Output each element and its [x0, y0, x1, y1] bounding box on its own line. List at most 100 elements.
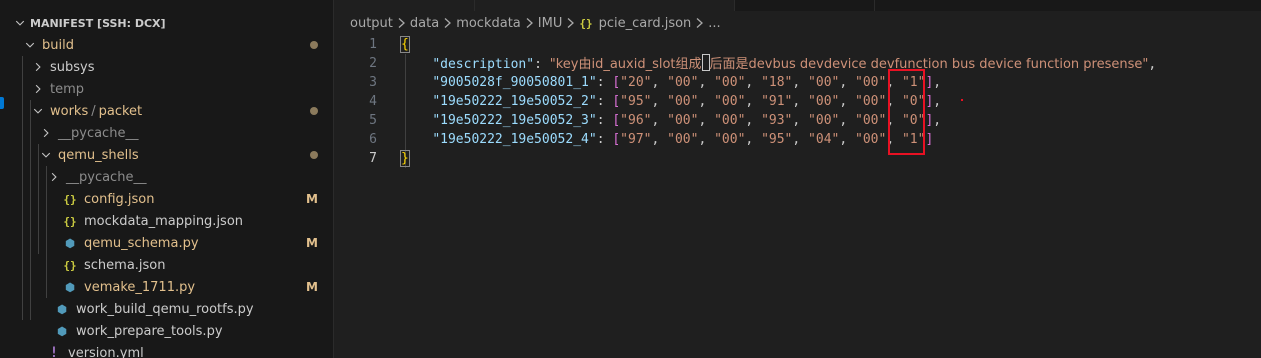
json-array-value: "18": [761, 75, 793, 90]
python-file-icon: ⬢: [57, 324, 67, 338]
modified-dot-indicator: [310, 107, 318, 115]
json-array-value: "00": [714, 132, 746, 147]
json-array-value: "00": [808, 75, 840, 90]
code-line[interactable]: {: [400, 35, 410, 54]
chevron-right-icon[interactable]: [30, 81, 46, 97]
trailing-comma: ,: [933, 113, 942, 128]
tree-item-label: vemake_1711.py: [84, 279, 196, 295]
tree-item-label: __pycache__: [58, 125, 139, 141]
modified-badge: M: [306, 236, 318, 250]
tree-item-label: build: [42, 37, 74, 53]
code-line[interactable]: "description": "key由id_auxid_slot组成 后面是de…: [401, 54, 1156, 73]
tree-file-item[interactable]: {} schema.json: [0, 254, 333, 276]
tree-folder-item[interactable]: temp: [0, 78, 333, 100]
breadcrumb-item[interactable]: IMU: [538, 16, 563, 31]
explorer-sidebar: MANIFEST [SSH: DCX] build subsys temp works…: [0, 0, 334, 358]
indent-guide: [22, 56, 23, 320]
code-line[interactable]: "19e50222_19e50052_2": ["95", "00", "00"…: [401, 92, 941, 111]
tree-folder-item[interactable]: __pycache__: [0, 166, 333, 188]
line-number: 1: [369, 37, 377, 52]
code-editor[interactable]: 1 2 3 4 5 6 7 { "description": "key由id_auxid_s…: [335, 35, 1261, 358]
json-array-value: "00": [855, 132, 887, 147]
json-key: "19e50222_19e50052_2": [432, 94, 597, 109]
tree-file-item[interactable]: ⬢ work_build_qemu_rootfs.py: [0, 298, 333, 320]
annotation-mark: [961, 99, 963, 101]
tree-file-item[interactable]: ! version.yml: [0, 342, 333, 358]
tree-file-item[interactable]: ⬢ work_prepare_tools.py: [0, 320, 333, 342]
json-array-value: "20": [620, 75, 652, 90]
tree-item-label: subsys: [50, 59, 95, 75]
tree-file-item[interactable]: {} mockdata_mapping.json: [0, 210, 333, 232]
line-number: 4: [369, 94, 377, 109]
json-array-value: "97": [620, 132, 652, 147]
yaml-file-icon: !: [49, 345, 59, 358]
line-number: 3: [369, 75, 377, 90]
tree-item-label: config.json: [84, 191, 155, 207]
tab[interactable]: [475, 0, 735, 11]
tree-folder-item[interactable]: build: [0, 34, 333, 56]
chevron-down-icon[interactable]: [30, 103, 46, 119]
json-array-value: "93": [761, 113, 793, 128]
chevron-right-icon: [525, 17, 534, 29]
tree-item-label: work_prepare_tools.py: [76, 323, 223, 339]
python-file-icon: ⬢: [65, 236, 75, 250]
json-array-value: "00": [855, 113, 887, 128]
tree-item-label: work_build_qemu_rootfs.py: [76, 301, 254, 317]
json-array-value: "00": [714, 94, 746, 109]
json-array-value: "00": [714, 75, 746, 90]
json-array-value: "95": [620, 94, 652, 109]
line-number: 2: [369, 56, 377, 71]
tree-folder-item[interactable]: works / packet: [0, 100, 333, 122]
chevron-right-icon[interactable]: [30, 59, 46, 75]
breadcrumb-item[interactable]: ...: [708, 16, 720, 31]
tree-item-label: version.yml: [68, 345, 144, 358]
indent-guide: [46, 166, 47, 298]
json-array-value: "91": [761, 94, 793, 109]
json-array-value: "00": [808, 113, 840, 128]
line-number: 6: [369, 132, 377, 147]
breadcrumb-item[interactable]: output: [350, 16, 393, 31]
chevron-right-icon: [443, 17, 452, 29]
tree-file-item[interactable]: ⬢ vemake_1711.py M: [0, 276, 333, 298]
tab-strip: [335, 0, 1261, 11]
tree-item-label: qemu_schema.py: [84, 235, 199, 251]
chevron-right-icon: [397, 17, 406, 29]
chevron-down-icon[interactable]: [22, 37, 38, 53]
path-separator: /: [91, 103, 96, 119]
json-key: "19e50222_19e50052_4": [432, 132, 597, 147]
breadcrumb: output data mockdata IMU {} pcie_card.js…: [335, 11, 1261, 35]
tab[interactable]: [735, 0, 875, 11]
code-line[interactable]: }: [400, 149, 410, 168]
tree-item-label: mockdata_mapping.json: [84, 213, 244, 229]
chevron-right-icon[interactable]: [38, 125, 54, 141]
tree-item-label: temp: [50, 81, 85, 97]
chevron-right-icon: [695, 17, 704, 29]
annotation-highlight-box: [888, 69, 925, 155]
tree-file-item[interactable]: ⬢ qemu_schema.py M: [0, 232, 333, 254]
tree-file-item[interactable]: {} config.json M: [0, 188, 333, 210]
chevron-down-icon[interactable]: [38, 147, 54, 163]
chevron-right-icon[interactable]: [46, 169, 62, 185]
tree-item-label: packet: [98, 103, 143, 119]
code-line[interactable]: "19e50222_19e50052_3": ["96", "00", "00"…: [401, 111, 941, 130]
tree-folder-item[interactable]: subsys: [0, 56, 333, 78]
json-array-value: "00": [808, 94, 840, 109]
json-array-value: "04": [808, 132, 840, 147]
tree-folder-item[interactable]: __pycache__: [0, 122, 333, 144]
trailing-comma: ,: [933, 94, 942, 109]
explorer-section-title: MANIFEST [SSH: DCX]: [30, 16, 166, 30]
modified-dot-indicator: [310, 151, 318, 159]
tab[interactable]: [335, 0, 475, 11]
breadcrumb-item[interactable]: mockdata: [456, 16, 521, 31]
code-line[interactable]: "19e50222_19e50052_4": ["97", "00", "00"…: [401, 130, 933, 149]
modified-badge: M: [306, 280, 318, 294]
tree-folder-item[interactable]: qemu_shells: [0, 144, 333, 166]
json-file-icon: {}: [63, 258, 77, 272]
indent-guide: [38, 144, 39, 254]
chevron-down-icon[interactable]: [12, 15, 28, 31]
json-array-value: "95": [761, 132, 793, 147]
code-line[interactable]: "9005028f_90050801_1": ["20", "00", "00"…: [401, 73, 941, 92]
breadcrumb-item[interactable]: pcie_card.json: [599, 16, 692, 31]
breadcrumb-item[interactable]: data: [410, 16, 439, 31]
explorer-section-header[interactable]: MANIFEST [SSH: DCX]: [0, 12, 333, 34]
